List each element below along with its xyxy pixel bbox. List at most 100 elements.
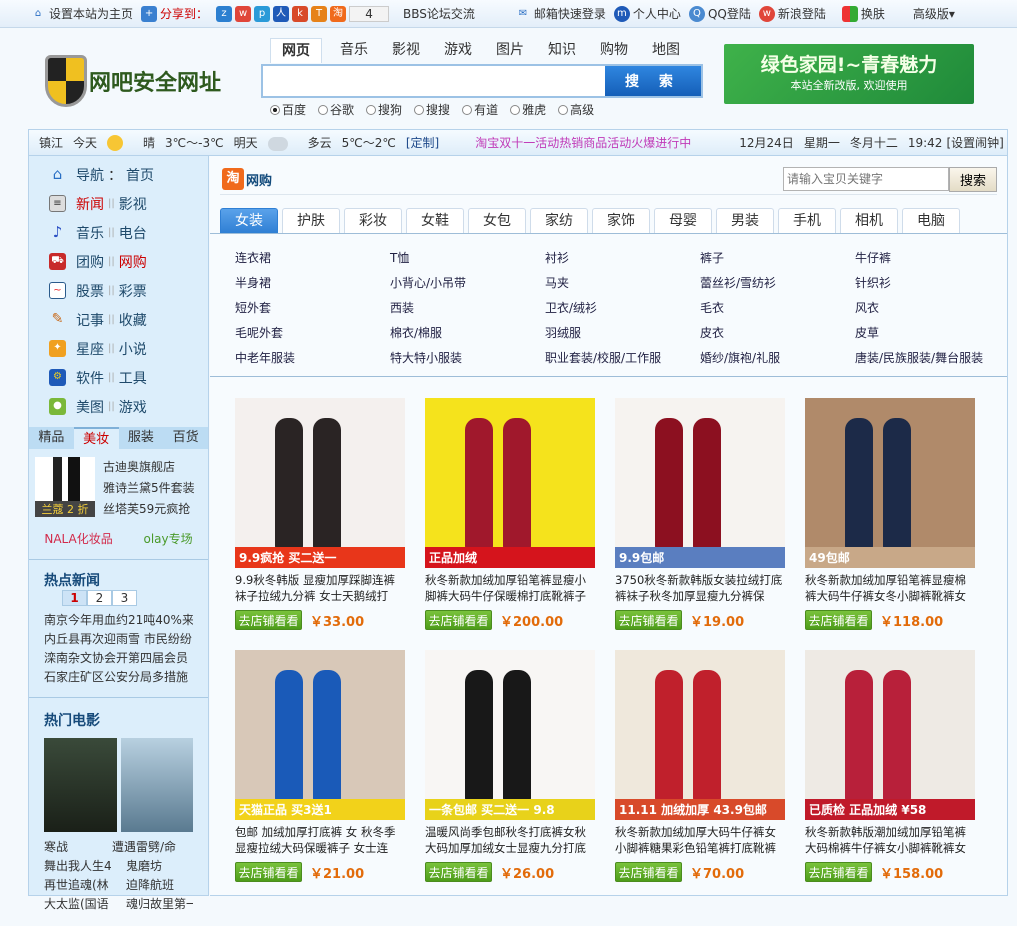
engine-radio[interactable]: 百度	[270, 101, 306, 118]
category-tab[interactable]: 电脑	[902, 208, 960, 233]
subcategory-link[interactable]: 蕾丝衫/雪纺衫	[700, 274, 855, 292]
nav-link[interactable]: 收藏	[119, 310, 147, 330]
promo-link[interactable]: 古迪奥旗舰店	[103, 457, 195, 478]
skin-link[interactable]: 换肤	[841, 5, 885, 22]
category-tab[interactable]: 母婴	[654, 208, 712, 233]
nav-link[interactable]: 音乐	[76, 223, 104, 243]
page-button[interactable]: 3	[112, 590, 137, 606]
taobao-share-icon[interactable]: 淘	[330, 5, 347, 22]
product-image[interactable]: 49包邮	[805, 398, 975, 568]
category-tab[interactable]: 女包	[468, 208, 526, 233]
customize-weather-link[interactable]: [定制]	[406, 134, 439, 151]
search-button[interactable]: 搜 索	[605, 66, 701, 96]
subcategory-link[interactable]: 唐装/民族服装/舞台服装	[855, 349, 1010, 367]
search-tab[interactable]: 知识	[542, 38, 582, 63]
kaixin-share-icon[interactable]: k	[292, 5, 309, 22]
product-title[interactable]: 温暖风尚季包邮秋冬打底裤女秋大码加厚加绒女士显瘦九分打底	[425, 824, 595, 856]
visit-shop-button[interactable]: 去店铺看看	[425, 862, 492, 882]
category-tab[interactable]: 女鞋	[406, 208, 464, 233]
subcategory-link[interactable]: 风衣	[855, 299, 1010, 317]
news-link[interactable]: 石家庄矿区公安分局多措施	[44, 668, 193, 687]
set-home-link[interactable]: ⌂ 设置本站为主页	[30, 5, 133, 22]
product-title[interactable]: 秋冬新款加绒加厚铅笔裤显瘦棉裤大码牛仔裤女冬小脚裤靴裤女	[805, 572, 975, 604]
nav-link[interactable]: 记事	[76, 310, 104, 330]
user-center-link[interactable]: m 个人中心	[613, 5, 681, 22]
category-tab[interactable]: 女装	[220, 208, 278, 233]
movie-link[interactable]: 再世追魂(林	[44, 876, 126, 895]
nav-link[interactable]: 导航	[76, 165, 104, 185]
tianya-share-icon[interactable]: T	[311, 5, 328, 22]
nav-link[interactable]: 游戏	[119, 397, 147, 417]
promo-link[interactable]: NALA化妆品	[44, 530, 112, 547]
renren-share-icon[interactable]: 人	[273, 5, 290, 22]
search-tab[interactable]: 购物	[594, 38, 634, 63]
category-tab[interactable]: 相机	[840, 208, 898, 233]
product-title[interactable]: 包邮 加绒加厚打底裤 女 秋冬季显瘦拉绒大码保暖裤子 女士连	[235, 824, 405, 856]
subcategory-link[interactable]: 衬衫	[545, 249, 700, 267]
subcategory-link[interactable]: 棉衣/棉服	[390, 324, 545, 342]
qzone-share-icon[interactable]: z	[216, 5, 233, 22]
product-title[interactable]: 9.9秋冬韩版 显瘦加厚踩脚连裤袜子拉绒九分裤 女士天鹅绒打	[235, 572, 405, 604]
subcategory-link[interactable]: 职业套装/校服/工作服	[545, 349, 700, 367]
nav-link[interactable]: 网购	[119, 252, 147, 272]
nav-link[interactable]: 股票	[76, 281, 104, 301]
engine-radio[interactable]: 谷歌	[318, 101, 354, 118]
subcategory-link[interactable]: 婚纱/旗袍/礼服	[700, 349, 855, 367]
search-tab[interactable]: 地图	[646, 38, 686, 63]
subcategory-link[interactable]: 连衣裙	[235, 249, 390, 267]
bbs-link[interactable]: BBS论坛交流	[403, 5, 475, 22]
visit-shop-button[interactable]: 去店铺看看	[425, 610, 492, 630]
nav-link[interactable]: 软件	[76, 368, 104, 388]
subcategory-link[interactable]: 半身裙	[235, 274, 390, 292]
news-link[interactable]: 南京今年用血约21吨40%来	[44, 611, 193, 630]
visit-shop-button[interactable]: 去店铺看看	[235, 862, 302, 882]
product-title[interactable]: 秋冬新款加绒加厚铅笔裤显瘦小脚裤大码牛仔保暖棉打底靴裤子	[425, 572, 595, 604]
engine-radio[interactable]: 雅虎	[510, 101, 546, 118]
logo[interactable]: 网吧安全网址	[45, 55, 221, 107]
page-button[interactable]: 1	[62, 590, 87, 606]
nav-link[interactable]: 工具	[119, 368, 147, 388]
advanced-version-dropdown[interactable]: 高级版▾	[913, 5, 955, 22]
visit-shop-button[interactable]: 去店铺看看	[235, 610, 302, 630]
product-image[interactable]: 9.9包邮	[615, 398, 785, 568]
product-image[interactable]: 9.9疯抢 买二送一	[235, 398, 405, 568]
search-tab[interactable]: 游戏	[438, 38, 478, 63]
product-title[interactable]: 秋冬新款韩版潮加绒加厚铅笔裤大码棉裤牛仔裤女小脚裤靴裤女	[805, 824, 975, 856]
search-tab[interactable]: 影视	[386, 38, 426, 63]
product-image[interactable]: 天猫正品 买3送1	[235, 650, 405, 820]
shop-tab[interactable]: 服装	[119, 427, 164, 449]
nav-link[interactable]: 首页	[126, 165, 154, 185]
product-title[interactable]: 秋冬新款加绒加厚大码牛仔裤女小脚裤糖果彩色铅笔裤打底靴裤	[615, 824, 785, 856]
visit-shop-button[interactable]: 去店铺看看	[805, 610, 872, 630]
mascara-image[interactable]: 兰蔻 2 折	[35, 457, 95, 517]
movie-link[interactable]: 遭遇雷劈/命	[112, 840, 176, 854]
subcategory-link[interactable]: 特大特小服装	[390, 349, 545, 367]
visit-shop-button[interactable]: 去店铺看看	[615, 610, 682, 630]
category-tab[interactable]: 手机	[778, 208, 836, 233]
movie-poster[interactable]	[120, 738, 193, 832]
news-link[interactable]: 滦南杂文协会开第四届会员	[44, 649, 193, 668]
weibo-share-icon[interactable]: w	[235, 5, 252, 22]
nav-link[interactable]: 彩票	[119, 281, 147, 301]
movie-link[interactable]: 寒战	[44, 838, 112, 857]
movie-link[interactable]: 鬼磨坊	[126, 859, 162, 873]
category-tab[interactable]: 彩妆	[344, 208, 402, 233]
set-alarm-link[interactable]: [设置闹钟]	[946, 134, 1003, 151]
visit-shop-button[interactable]: 去店铺看看	[805, 862, 872, 882]
nav-link[interactable]: 团购	[76, 252, 104, 272]
subcategory-link[interactable]: 毛呢外套	[235, 324, 390, 342]
subcategory-link[interactable]: 小背心/小吊带	[390, 274, 545, 292]
nav-link[interactable]: 电台	[119, 223, 147, 243]
subcategory-link[interactable]: 西装	[390, 299, 545, 317]
subcategory-link[interactable]: 牛仔裤	[855, 249, 1010, 267]
category-tab[interactable]: 男装	[716, 208, 774, 233]
product-image[interactable]: 已质检 正品加绒 ¥58	[805, 650, 975, 820]
movie-poster[interactable]	[44, 738, 117, 832]
search-tab[interactable]: 音乐	[334, 38, 374, 63]
subcategory-link[interactable]: T恤	[390, 249, 545, 267]
subcategory-link[interactable]: 中老年服装	[235, 349, 390, 367]
shop-tab[interactable]: 美妆	[73, 427, 119, 449]
shop-tab[interactable]: 精品	[29, 427, 74, 449]
product-image[interactable]: 一条包邮 买二送一 9.8	[425, 650, 595, 820]
search-tab[interactable]: 网页	[270, 38, 322, 63]
